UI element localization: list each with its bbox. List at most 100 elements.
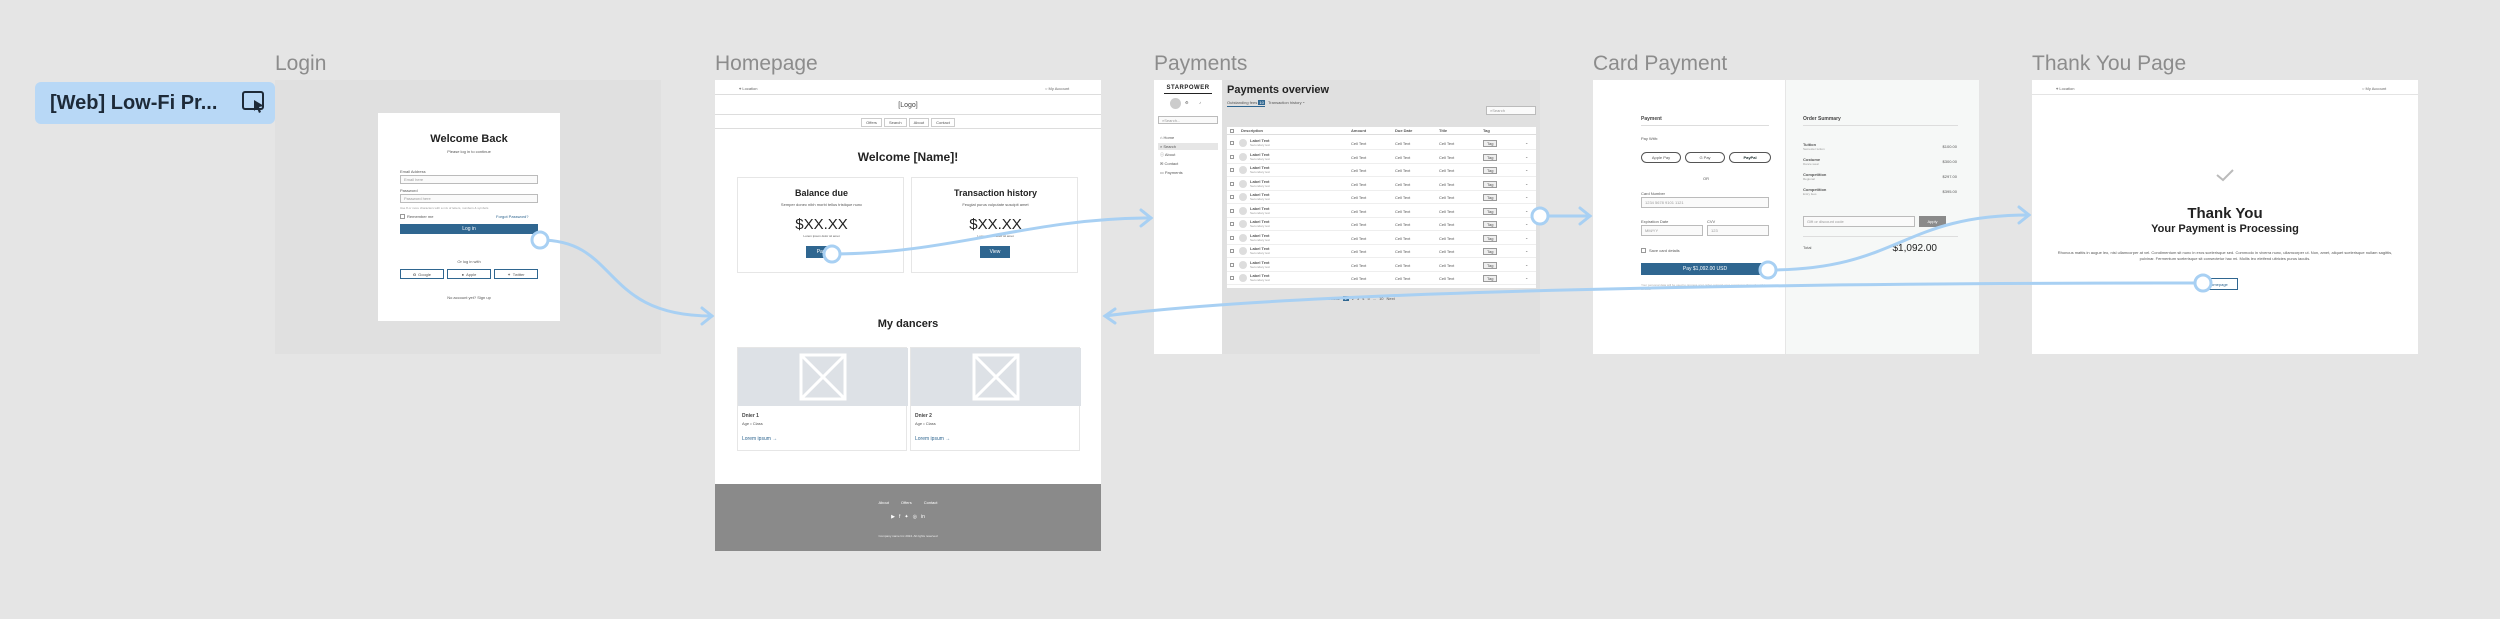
page-1[interactable]: 1 xyxy=(1342,296,1349,301)
row-checkbox[interactable] xyxy=(1230,235,1234,240)
table-search-input[interactable]: ⌕ Search xyxy=(1486,106,1536,115)
row-chevron-icon[interactable]: ⌄ xyxy=(1525,262,1528,267)
frame-label-thank-you[interactable]: Thank You Page xyxy=(2032,52,2186,76)
sidebar-item-payments[interactable]: ▭ Payments xyxy=(1160,170,1183,175)
table-row[interactable]: Label Text Secondary text Cell Text Cell Te… xyxy=(1227,218,1536,231)
save-card-checkbox[interactable] xyxy=(1641,248,1646,253)
table-row[interactable]: Label Text Secondary text Cell Text Cell Te… xyxy=(1227,137,1536,150)
row-chevron-icon[interactable]: ⌄ xyxy=(1525,208,1528,213)
footer-link-offers[interactable]: Offers xyxy=(901,500,912,505)
discount-code-input[interactable]: Gift or discount code xyxy=(1803,216,1915,227)
frame-label-card-payment[interactable]: Card Payment xyxy=(1593,52,1727,76)
row-tag[interactable]: Tag xyxy=(1483,180,1498,188)
nav-item-about[interactable]: About xyxy=(908,118,930,127)
paypal-button[interactable]: PayPal xyxy=(1729,152,1771,163)
nav-item-search[interactable]: Search xyxy=(883,118,907,127)
card-number-input[interactable]: 1234 5678 9101 1121 xyxy=(1641,197,1769,208)
table-row[interactable]: Label Text Secondary text Cell Text Cell Te… xyxy=(1227,245,1536,258)
col-description[interactable]: Description xyxy=(1241,128,1263,133)
row-tag[interactable]: Tag xyxy=(1483,275,1498,282)
row-tag[interactable]: Tag xyxy=(1483,248,1498,255)
row-chevron-icon[interactable]: ⌄ xyxy=(1525,235,1528,240)
pagination-next[interactable]: Next xyxy=(1387,296,1395,301)
row-checkbox[interactable] xyxy=(1230,262,1234,267)
table-row[interactable]: Label Text Secondary text Cell Text Cell Te… xyxy=(1227,151,1536,164)
youtube-icon[interactable]: ▶ xyxy=(891,514,895,520)
apple-pay-button[interactable]: Apple Pay xyxy=(1641,152,1681,163)
twitter-icon[interactable]: ✦ xyxy=(904,514,908,520)
pagination-prev[interactable]: Previous xyxy=(1324,296,1340,301)
row-checkbox[interactable] xyxy=(1230,222,1234,226)
row-checkbox[interactable] xyxy=(1230,276,1234,280)
row-checkbox[interactable] xyxy=(1230,168,1234,172)
tab-transaction-history[interactable]: Transaction history xyxy=(1268,100,1302,105)
table-row[interactable]: Label Text Secondary text Cell Text Cell Te… xyxy=(1227,232,1536,245)
sidebar-item-search[interactable]: ⌕ Search xyxy=(1158,143,1218,150)
instagram-icon[interactable]: ◎ xyxy=(913,514,917,520)
row-tag[interactable]: Tag xyxy=(1483,221,1498,228)
row-checkbox[interactable] xyxy=(1230,181,1234,186)
sidebar-item-contact[interactable]: ✉ Contact xyxy=(1160,161,1178,166)
cvv-input[interactable]: 123 xyxy=(1707,225,1769,236)
chevron-down-icon[interactable]: ⌄ xyxy=(1302,99,1305,104)
page-2[interactable]: 2 xyxy=(1352,296,1354,301)
row-chevron-icon[interactable]: ⌄ xyxy=(1525,167,1528,172)
col-title[interactable]: Title xyxy=(1439,128,1447,133)
remember-checkbox[interactable] xyxy=(400,214,405,219)
dancer-link[interactable]: Lorem ipsum → xyxy=(915,436,950,442)
login-button[interactable]: Log in xyxy=(400,224,538,234)
row-chevron-icon[interactable]: ⌄ xyxy=(1525,154,1528,159)
frame-label-homepage[interactable]: Homepage xyxy=(715,52,818,76)
row-checkbox[interactable] xyxy=(1230,195,1234,199)
nav-item-offers[interactable]: Offers xyxy=(861,118,882,127)
row-tag[interactable]: Tag xyxy=(1483,153,1498,161)
pay-now-button[interactable]: Pay $1,092.00 USD xyxy=(1641,263,1769,275)
col-due-date[interactable]: Due Date xyxy=(1395,128,1412,133)
bell-icon[interactable]: ♪ xyxy=(1199,100,1201,105)
dancer-card-1[interactable]: Dnier 1 Age • Class Lorem ipsum → xyxy=(737,347,908,451)
tab-outstanding-fees[interactable]: Outstanding fees 10 xyxy=(1227,100,1265,107)
row-checkbox[interactable] xyxy=(1230,141,1234,145)
brand-logo[interactable]: STARPOWER xyxy=(1154,85,1222,91)
page-5[interactable]: 5 xyxy=(1368,296,1370,301)
row-checkbox[interactable] xyxy=(1230,154,1234,159)
row-tag[interactable]: Tag xyxy=(1483,234,1498,242)
row-chevron-icon[interactable]: ⌄ xyxy=(1525,194,1528,199)
row-tag[interactable]: Tag xyxy=(1483,261,1498,269)
homepage-button[interactable]: Homepage xyxy=(2198,278,2238,290)
table-row[interactable]: Label Text Secondary text Cell Text Cell Te… xyxy=(1227,191,1536,204)
row-chevron-icon[interactable]: ⌄ xyxy=(1525,248,1528,253)
row-chevron-icon[interactable]: ⌄ xyxy=(1525,221,1528,226)
table-row[interactable]: Label Text Secondary text Cell Text Cell Te… xyxy=(1227,178,1536,191)
row-chevron-icon[interactable]: ⌄ xyxy=(1525,140,1528,145)
row-tag[interactable]: Tag xyxy=(1483,207,1498,215)
forgot-password-link[interactable]: Forgot Password? xyxy=(496,214,528,219)
dancer-card-2[interactable]: Dnier 2 Age • Class Lorem ipsum → xyxy=(910,347,1081,451)
table-row[interactable]: Label Text Secondary text Cell Text Cell Te… xyxy=(1227,164,1536,177)
pay-button[interactable]: Pay xyxy=(806,246,836,258)
sidebar-item-home[interactable]: ⌂ Home xyxy=(1160,135,1174,140)
linkedin-icon[interactable]: in xyxy=(921,514,925,520)
apply-button[interactable]: Apply xyxy=(1919,216,1946,227)
dancer-link[interactable]: Lorem ipsum → xyxy=(742,436,777,442)
col-tag[interactable]: Tag xyxy=(1483,128,1490,133)
footer-link-contact[interactable]: Contact xyxy=(924,500,938,505)
row-checkbox[interactable] xyxy=(1230,249,1234,253)
frame-label-login[interactable]: Login xyxy=(275,52,326,76)
row-chevron-icon[interactable]: ⌄ xyxy=(1525,181,1528,186)
twitter-button[interactable]: ✦ Twitter xyxy=(494,269,538,279)
col-amount[interactable]: Amount xyxy=(1351,128,1366,133)
row-checkbox[interactable] xyxy=(1230,208,1234,213)
table-row[interactable]: Label Text Secondary text Cell Text Cell Te… xyxy=(1227,259,1536,272)
location-link[interactable]: ⌖ Location xyxy=(2056,86,2075,91)
logo[interactable]: [Logo] xyxy=(715,102,1101,109)
view-button[interactable]: View xyxy=(980,246,1010,258)
my-account-link[interactable]: ○ My Account xyxy=(2362,86,2386,91)
play-prototype-icon[interactable] xyxy=(235,83,275,123)
row-tag[interactable]: Tag xyxy=(1483,194,1498,201)
row-tag[interactable]: Tag xyxy=(1483,167,1498,174)
location-link[interactable]: ⌖ Location xyxy=(739,86,758,91)
sidebar-search-input[interactable]: ⌕ Search... xyxy=(1158,116,1218,124)
facebook-icon[interactable]: f xyxy=(899,514,900,520)
select-all-checkbox[interactable] xyxy=(1230,129,1234,133)
